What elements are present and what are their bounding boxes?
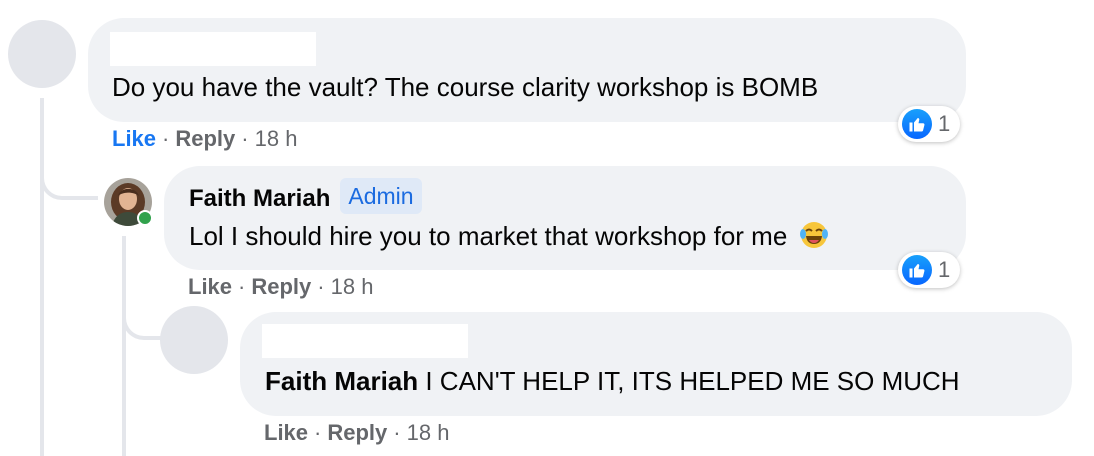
comment-actions: Like · Reply · 18 h [188,274,373,300]
separator-dot: · [314,420,322,445]
thread-line-main [40,98,44,456]
comment-header: Faith Mariah Admin [189,178,422,214]
avatar[interactable] [160,306,228,374]
admin-badge: Admin [340,178,422,214]
mention-link[interactable]: Faith Mariah [265,366,418,396]
like-button[interactable]: Like [112,126,156,151]
comment-actions: Like · Reply · 18 h [264,420,449,446]
reaction-count: 1 [938,111,951,136]
comment-bubble: Faith Mariah Admin Lol I should hire you … [164,166,966,270]
reaction-summary[interactable]: 1 [898,106,960,142]
separator-dot: · [241,126,249,151]
author-name[interactable]: Faith Mariah [189,185,330,212]
reaction-count: 1 [938,257,951,282]
comment-actions: Like · Reply · 18 h [112,126,297,152]
comment-bubble: Do you have the vault? The course clarit… [88,18,966,122]
reply-button[interactable]: Reply [175,126,235,151]
online-status-indicator [137,210,153,226]
comment-text-content: Lol I should hire you to market that wor… [189,221,788,251]
reply-button[interactable]: Reply [251,274,311,299]
timestamp[interactable]: 18 h [331,274,374,299]
like-button[interactable]: Like [188,274,232,299]
separator-dot: · [393,420,401,445]
separator-dot: · [162,126,170,151]
separator-dot: · [317,274,325,299]
redacted-author-name [110,32,316,66]
laughing-tears-emoji-icon [799,220,829,250]
reply-button[interactable]: Reply [327,420,387,445]
timestamp[interactable]: 18 h [407,420,450,445]
timestamp[interactable]: 18 h [255,126,298,151]
comment-bubble: Faith Mariah I CAN'T HELP IT, ITS HELPED… [240,312,1072,416]
thread-line-connector-reply [40,160,98,200]
comment-text: Do you have the vault? The course clarit… [112,72,819,102]
thread-line-nested [122,236,126,456]
like-reaction-icon [902,255,932,285]
redacted-author-name [262,324,468,358]
like-reaction-icon [902,109,932,139]
avatar[interactable] [8,20,76,88]
like-button[interactable]: Like [264,420,308,445]
comment-text-content: I CAN'T HELP IT, ITS HELPED ME SO MUCH [418,366,960,396]
comment-text: Faith Mariah I CAN'T HELP IT, ITS HELPED… [265,366,960,396]
comment-text: Lol I should hire you to market that wor… [189,220,829,251]
reaction-summary[interactable]: 1 [898,252,960,288]
separator-dot: · [238,274,246,299]
